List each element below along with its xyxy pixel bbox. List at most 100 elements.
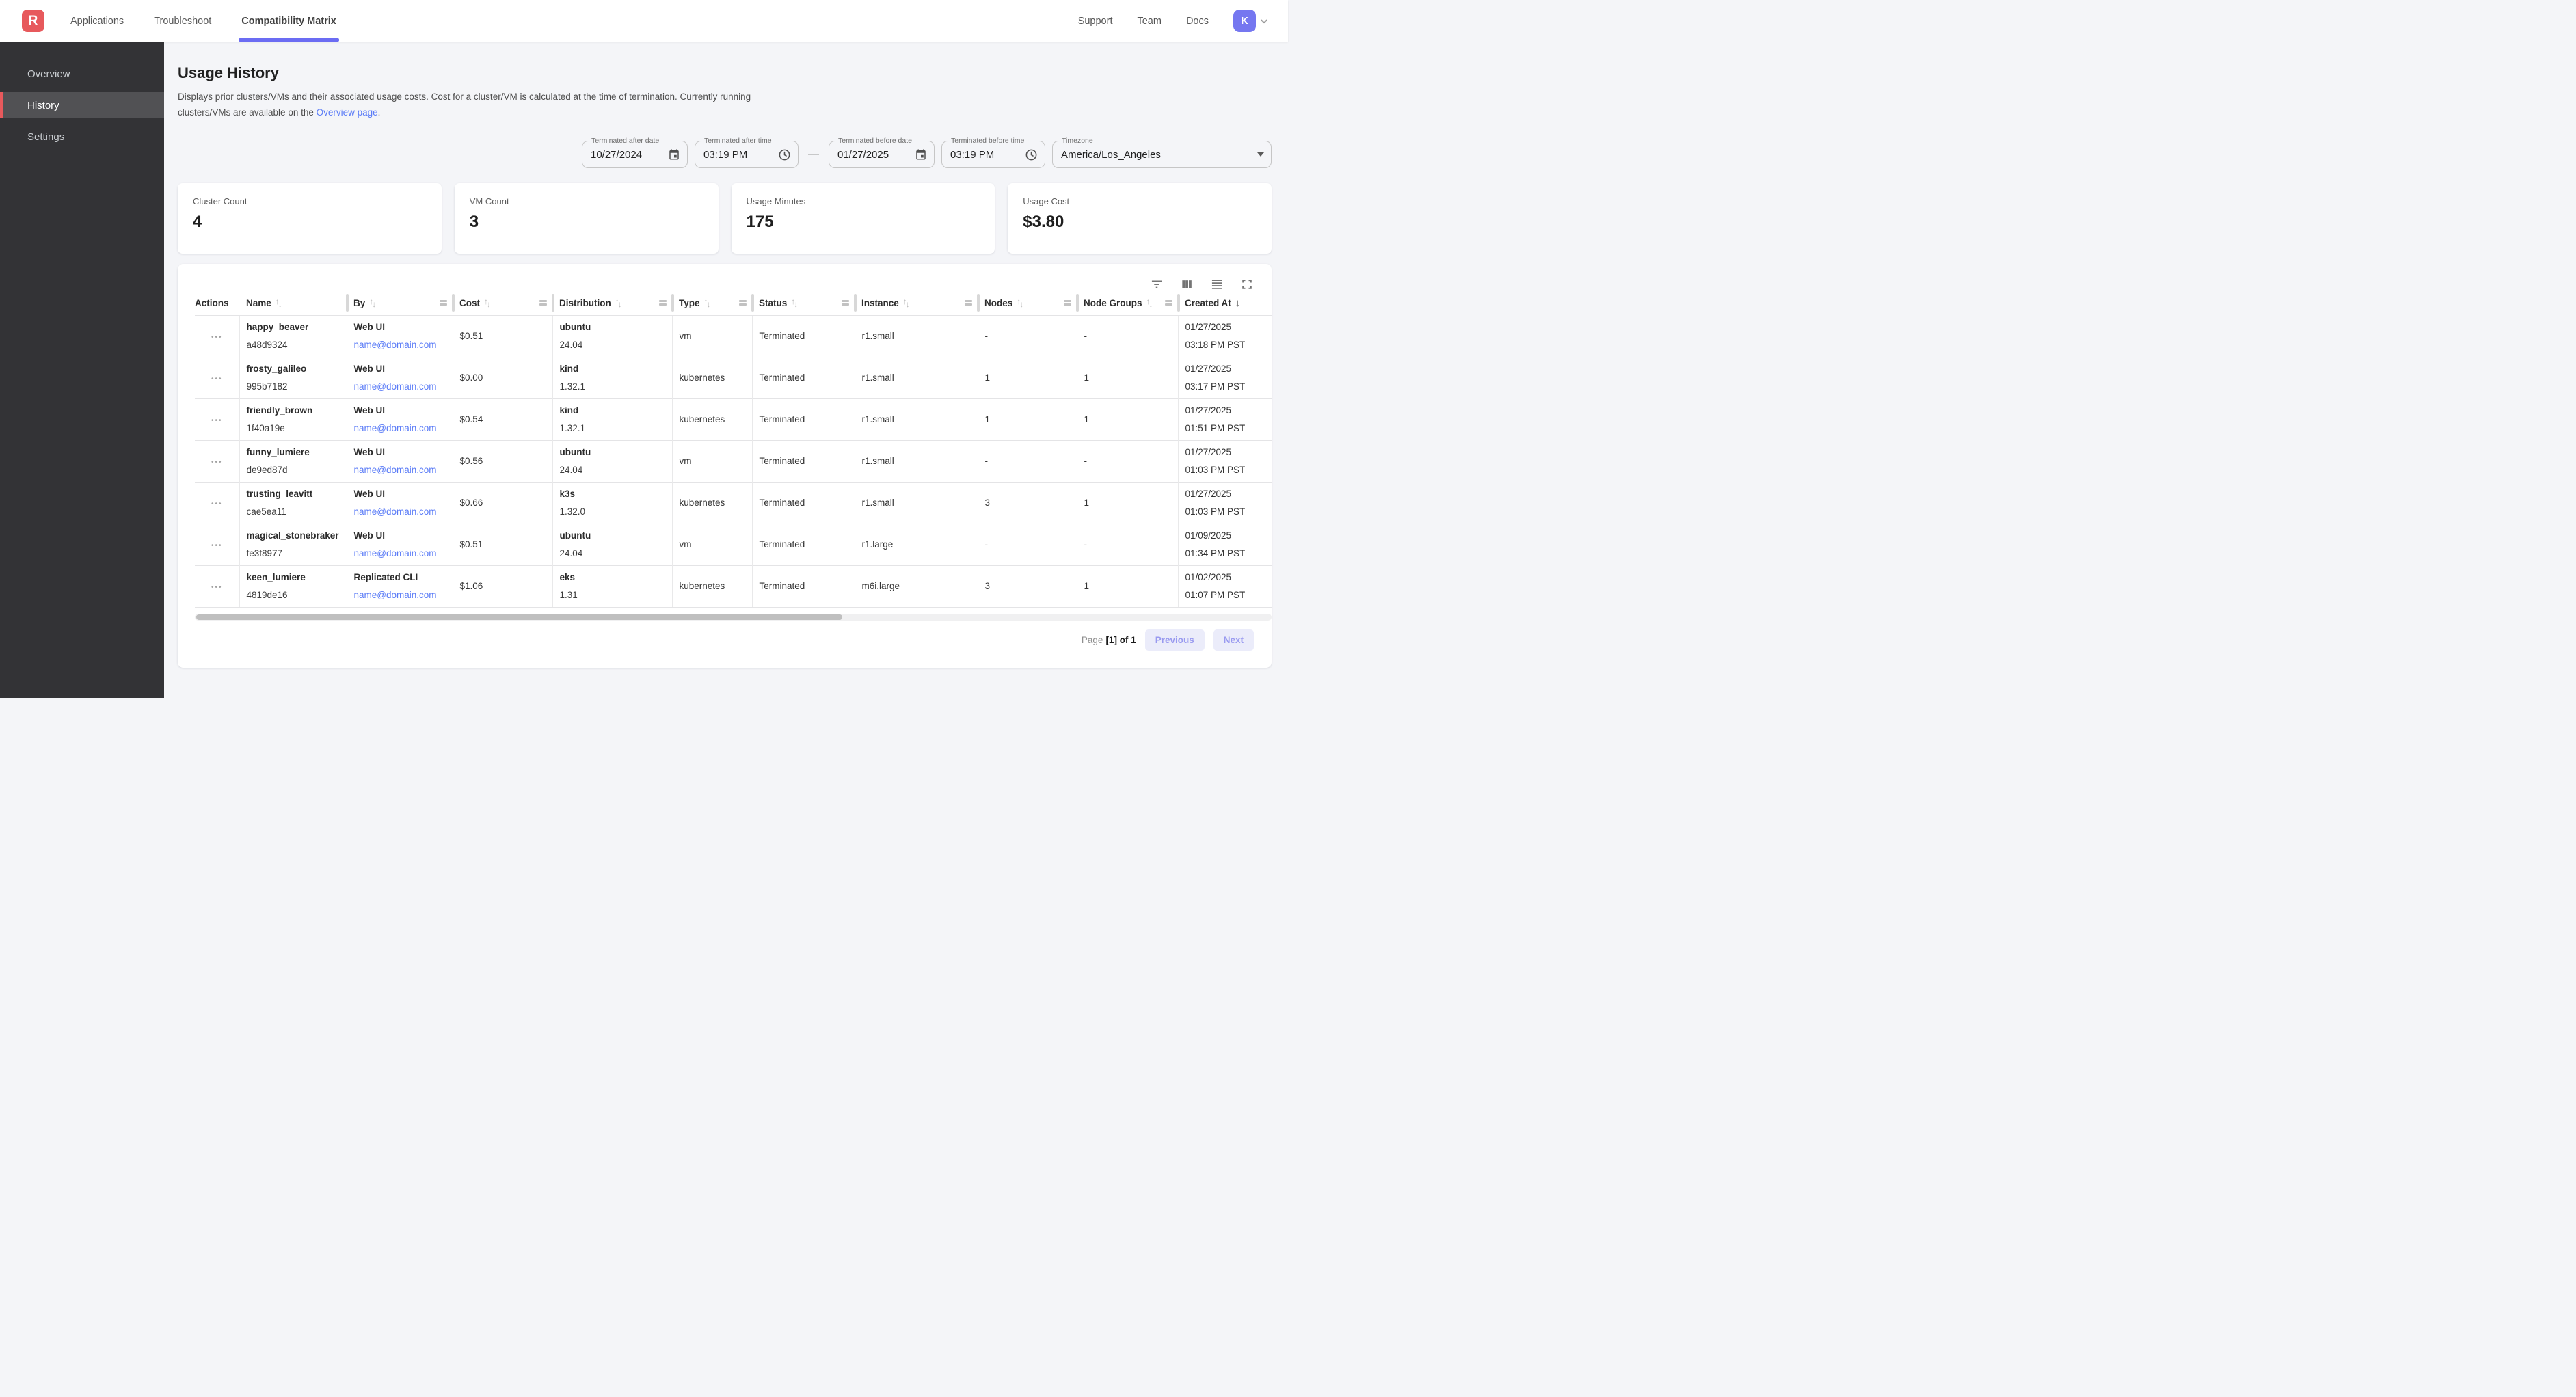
cost-cell: $0.51 — [453, 315, 552, 357]
account-menu[interactable]: K — [1233, 10, 1270, 32]
calendar-icon[interactable] — [668, 148, 680, 161]
creator-email-link[interactable]: name@domain.com — [354, 465, 437, 475]
node-groups-cell: - — [1077, 524, 1178, 565]
column-drag-handle[interactable] — [539, 300, 547, 306]
row-actions-menu-icon[interactable] — [211, 417, 223, 424]
tab-applications[interactable]: Applications — [70, 0, 124, 42]
column-drag-handle[interactable] — [739, 300, 747, 306]
usage-history-table: Actions Name By Cost Distribution Type S… — [195, 290, 1272, 608]
creator-email-link[interactable]: name@domain.com — [354, 548, 437, 558]
clock-icon[interactable] — [1025, 148, 1038, 161]
terminated-before-date-value[interactable]: 01/27/2025 — [837, 149, 909, 161]
docs-link[interactable]: Docs — [1186, 16, 1209, 27]
timezone-label: Timezone — [1059, 137, 1096, 145]
sort-icon[interactable] — [276, 298, 282, 308]
row-actions-menu-icon[interactable] — [211, 375, 223, 383]
sort-icon[interactable] — [1017, 298, 1023, 308]
column-drag-handle[interactable] — [842, 300, 849, 306]
terminated-before-time-label: Terminated before time — [948, 137, 1027, 145]
overview-page-link[interactable]: Overview page — [317, 107, 378, 118]
page-title: Usage History — [178, 64, 1272, 82]
column-label: Node Groups — [1084, 298, 1142, 308]
support-link[interactable]: Support — [1078, 16, 1113, 27]
column-label: Nodes — [984, 298, 1012, 308]
created-date: 01/27/2025 — [1185, 362, 1265, 375]
terminated-after-date-field[interactable]: Terminated after date 10/27/2024 — [582, 141, 688, 168]
column-drag-handle[interactable] — [965, 300, 972, 306]
table-row: friendly_brown1f40a19e Web UIname@domain… — [195, 398, 1272, 440]
creator-email-link[interactable]: name@domain.com — [354, 590, 437, 600]
created-by: Web UI — [354, 321, 446, 334]
column-drag-handle[interactable] — [440, 300, 447, 306]
stat-card-usage-minutes: Usage Minutes 175 — [732, 183, 995, 254]
sort-icon[interactable] — [615, 298, 622, 308]
terminated-before-date-label: Terminated before date — [835, 137, 915, 145]
sidebar-item-settings[interactable]: Settings — [0, 124, 164, 150]
creator-email-link[interactable]: name@domain.com — [354, 340, 437, 350]
column-header-distribution: Distribution — [552, 290, 672, 315]
sort-icon[interactable] — [791, 298, 798, 308]
creator-email-link[interactable]: name@domain.com — [354, 423, 437, 433]
cluster-id: a48d9324 — [247, 338, 340, 351]
nodes-cell: - — [978, 524, 1077, 565]
stat-label: Usage Minutes — [747, 196, 980, 206]
clock-icon[interactable] — [778, 148, 791, 161]
instance-cell: m6i.large — [855, 565, 978, 607]
tab-compatibility-matrix[interactable]: Compatibility Matrix — [241, 0, 336, 42]
creator-email-link[interactable]: name@domain.com — [354, 381, 437, 392]
distribution-version: 1.31 — [560, 588, 665, 601]
status-cell: Terminated — [752, 440, 855, 482]
terminated-before-time-value[interactable]: 03:19 PM — [950, 149, 1019, 161]
table-row: magical_stonebrakerfe3f8977 Web UIname@d… — [195, 524, 1272, 565]
sort-descending-icon[interactable] — [1235, 297, 1241, 309]
usage-history-table-card: Actions Name By Cost Distribution Type S… — [178, 264, 1272, 668]
calendar-icon[interactable] — [915, 148, 927, 161]
dropdown-caret-icon[interactable] — [1257, 152, 1264, 157]
timezone-select[interactable]: Timezone America/Los_Angeles — [1052, 141, 1272, 168]
avatar[interactable]: K — [1233, 10, 1256, 32]
filter-icon[interactable] — [1150, 277, 1164, 291]
stat-value: 3 — [470, 213, 703, 232]
column-drag-handle[interactable] — [1165, 300, 1172, 306]
horizontal-scrollbar-thumb[interactable] — [196, 614, 842, 620]
row-actions-menu-icon[interactable] — [211, 334, 223, 341]
replicated-logo[interactable]: R — [22, 10, 44, 32]
row-actions-menu-icon[interactable] — [211, 500, 223, 508]
row-actions-menu-icon[interactable] — [211, 459, 223, 466]
show-hide-columns-icon[interactable] — [1180, 277, 1194, 291]
stat-cards: Cluster Count 4 VM Count 3 Usage Minutes… — [178, 183, 1272, 254]
sort-icon[interactable] — [369, 298, 376, 308]
timezone-value[interactable]: America/Los_Angeles — [1061, 149, 1252, 161]
tab-troubleshoot[interactable]: Troubleshoot — [154, 0, 211, 42]
sort-icon[interactable] — [1146, 298, 1153, 308]
sort-icon[interactable] — [484, 298, 491, 308]
terminated-after-time-value[interactable]: 03:19 PM — [703, 149, 773, 161]
sidebar-item-history[interactable]: History — [0, 92, 164, 118]
terminated-after-time-field[interactable]: Terminated after time 03:19 PM — [695, 141, 799, 168]
creator-email-link[interactable]: name@domain.com — [354, 506, 437, 517]
terminated-after-date-value[interactable]: 10/27/2024 — [591, 149, 662, 161]
toggle-density-icon[interactable] — [1210, 277, 1224, 291]
instance-cell: r1.large — [855, 524, 978, 565]
row-actions-menu-icon[interactable] — [211, 542, 223, 550]
team-link[interactable]: Team — [1137, 16, 1161, 27]
sidebar-item-overview[interactable]: Overview — [0, 61, 164, 87]
column-drag-handle[interactable] — [1064, 300, 1071, 306]
terminated-before-time-field[interactable]: Terminated before time 03:19 PM — [941, 141, 1045, 168]
type-cell: vm — [672, 440, 752, 482]
column-drag-handle[interactable] — [659, 300, 667, 306]
distribution-version: 1.32.1 — [560, 380, 665, 393]
created-by: Web UI — [354, 404, 446, 417]
row-actions-menu-icon[interactable] — [211, 584, 223, 591]
created-date: 01/27/2025 — [1185, 446, 1265, 459]
sort-icon[interactable] — [704, 298, 711, 308]
sort-icon[interactable] — [903, 298, 910, 308]
terminated-before-date-field[interactable]: Terminated before date 01/27/2025 — [829, 141, 935, 168]
chevron-down-icon[interactable] — [1258, 15, 1270, 27]
previous-page-button[interactable]: Previous — [1145, 629, 1205, 651]
next-page-button[interactable]: Next — [1213, 629, 1254, 651]
toggle-fullscreen-icon[interactable] — [1240, 277, 1254, 291]
stat-label: Cluster Count — [193, 196, 427, 206]
node-groups-cell: 1 — [1077, 398, 1178, 440]
horizontal-scrollbar[interactable] — [195, 614, 1272, 621]
